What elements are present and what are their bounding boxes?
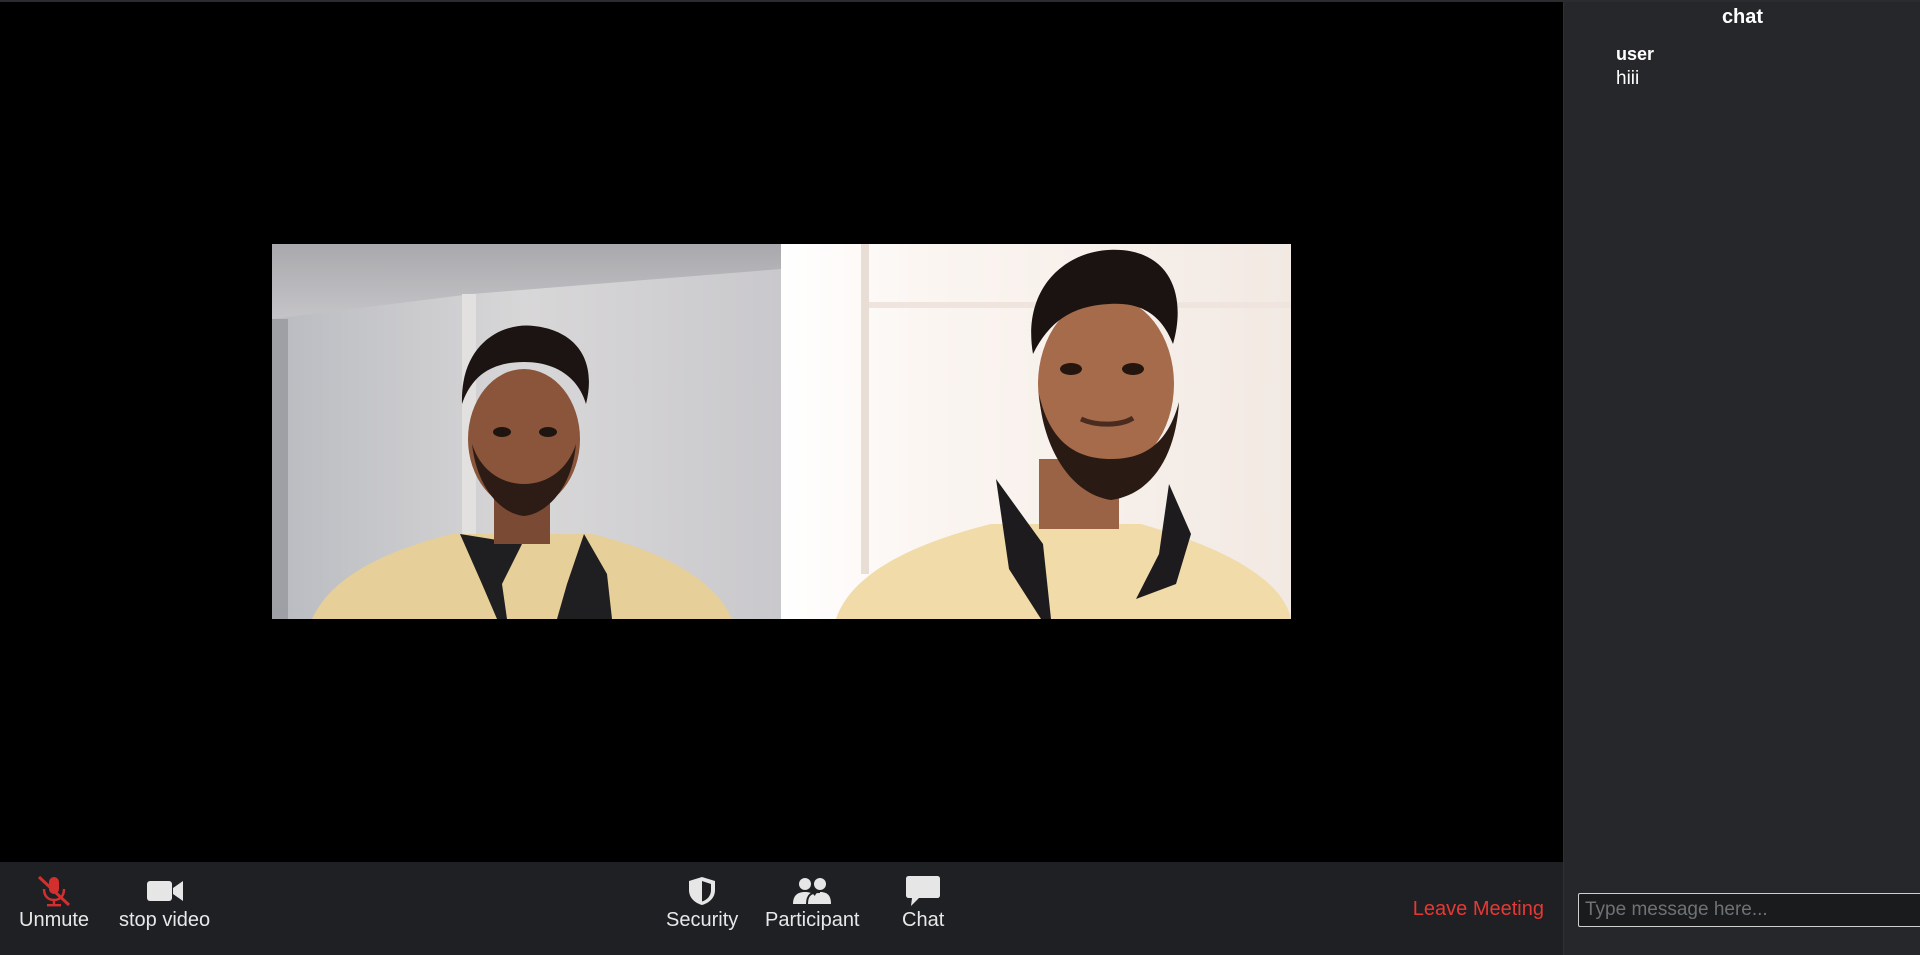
stop-video-button[interactable]: stop video bbox=[119, 874, 210, 932]
security-button[interactable]: Security bbox=[666, 874, 738, 932]
participant-button[interactable]: Participant bbox=[765, 874, 860, 932]
people-icon bbox=[792, 874, 832, 908]
video-camera-icon bbox=[146, 874, 184, 908]
shield-icon bbox=[686, 874, 718, 908]
chat-message: user hiii bbox=[1616, 42, 1654, 92]
meeting-toolbar: Unmute stop video Security Participant C… bbox=[0, 862, 1563, 955]
chat-label: Chat bbox=[902, 909, 945, 931]
chat-panel: chat user hiii bbox=[1563, 2, 1920, 955]
unmute-button[interactable]: Unmute bbox=[19, 874, 89, 932]
leave-meeting-button[interactable]: Leave Meeting bbox=[1413, 898, 1544, 921]
chat-button[interactable]: Chat bbox=[902, 874, 944, 932]
participant-video-frame bbox=[272, 244, 781, 619]
video-grid bbox=[272, 244, 1291, 619]
self-video-tile[interactable] bbox=[781, 244, 1291, 619]
self-video-frame bbox=[781, 244, 1291, 619]
participant-label: Participant bbox=[765, 909, 860, 931]
chat-message-input[interactable] bbox=[1578, 893, 1920, 927]
chat-bubble-icon bbox=[905, 874, 941, 908]
meeting-window: Unmute stop video Security Participant C… bbox=[0, 0, 1920, 955]
unmute-label: Unmute bbox=[19, 909, 90, 931]
microphone-muted-icon bbox=[34, 874, 74, 908]
video-stage bbox=[0, 2, 1563, 862]
participant-video-tile[interactable] bbox=[272, 244, 781, 619]
chat-panel-title: chat bbox=[1721, 6, 1764, 28]
chat-message-text: hiii bbox=[1616, 68, 1640, 89]
security-label: Security bbox=[666, 909, 739, 931]
stop-video-label: stop video bbox=[119, 909, 211, 931]
chat-message-sender: user bbox=[1616, 44, 1655, 64]
